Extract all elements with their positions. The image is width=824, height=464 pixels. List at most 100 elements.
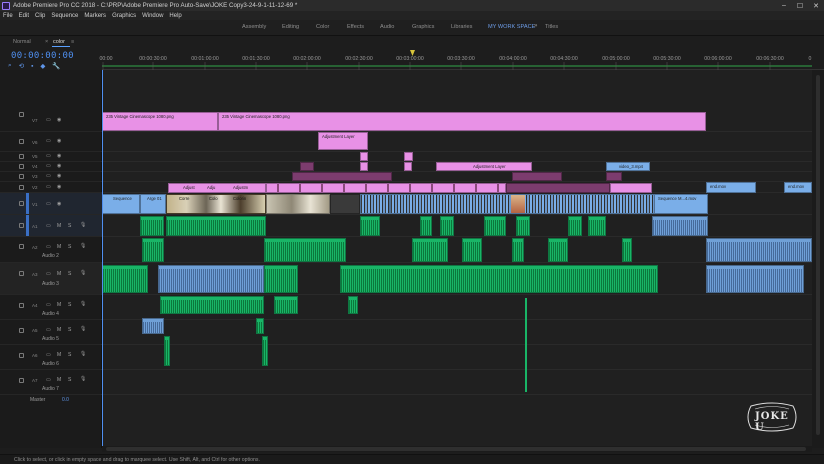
workspace-libraries[interactable]: Libraries — [451, 24, 472, 30]
clip-v3-dark[interactable] — [606, 172, 622, 181]
microphone-icon[interactable]: 🎙 — [80, 270, 86, 276]
clip-v2-dark[interactable] — [506, 183, 610, 193]
menu-file[interactable]: File — [3, 13, 13, 19]
lock-icon[interactable] — [19, 174, 24, 179]
audio-clip-a2-blue[interactable] — [706, 238, 812, 262]
sync-lock-icon[interactable]: ▭ — [46, 302, 51, 308]
lock-icon[interactable] — [19, 139, 24, 144]
solo-button[interactable]: S — [68, 223, 71, 229]
clip-v7-cinemascope-1[interactable]: 235 Vintage Cinemascope 1080.png — [102, 112, 218, 131]
sync-lock-icon[interactable]: ▭ — [46, 201, 51, 207]
tab-normal[interactable]: Normal — [13, 39, 31, 45]
close-window-button[interactable]: ✕ — [808, 0, 824, 11]
master-volume[interactable]: 0.0 — [62, 397, 69, 403]
audio-clip-a1[interactable] — [166, 216, 266, 236]
audio-clip-a5-blue[interactable] — [142, 318, 164, 334]
workspace-graphics[interactable]: Graphics — [412, 24, 434, 30]
audio-clip-a2[interactable] — [462, 238, 482, 262]
audio-clip-a1[interactable] — [588, 216, 606, 236]
lane-v6[interactable] — [102, 132, 812, 152]
audio-clip-a3-blue[interactable] — [158, 265, 264, 293]
horizontal-scrollbar[interactable] — [102, 446, 812, 452]
audio-clip-a4[interactable] — [348, 296, 358, 314]
workspace-effects[interactable]: Effects — [347, 24, 364, 30]
track-header-a4[interactable]: A4 ▭ M S 🎙 Audio 4 — [0, 295, 102, 320]
clip-v5[interactable] — [360, 152, 368, 161]
workspace-my-work-space[interactable]: MY WORK SPACE — [488, 24, 535, 30]
audio-clip-a2[interactable] — [142, 238, 164, 262]
sync-lock-icon[interactable]: ▭ — [46, 173, 51, 179]
audio-clip-a1[interactable] — [360, 216, 380, 236]
clip-v3-video[interactable]: video_3.mp4 — [606, 162, 650, 171]
audio-clip-a6[interactable] — [164, 336, 170, 366]
clip-v4[interactable] — [360, 162, 368, 171]
audio-clip-a4[interactable] — [274, 296, 298, 314]
solo-button[interactable]: S — [68, 327, 71, 333]
lane-a5[interactable] — [102, 320, 812, 345]
lock-icon[interactable] — [19, 201, 24, 206]
microphone-icon[interactable]: 🎙 — [80, 243, 86, 249]
track-header-v1[interactable]: V1 ▭ ◉ — [0, 193, 102, 215]
microphone-icon[interactable]: 🎙 — [80, 222, 86, 228]
clip-v7-cinemascope-2[interactable]: 235 Vintage Cinemascope 1080.png — [218, 112, 706, 131]
clip-v1-image[interactable]: Arge 01 — [140, 194, 166, 214]
lock-icon[interactable] — [19, 112, 24, 117]
track-header-a2[interactable]: A2 ▭ M S 🎙 Audio 2 — [0, 237, 102, 263]
audio-clip-a3-long[interactable] — [340, 265, 658, 293]
audio-clip-a2[interactable] — [412, 238, 448, 262]
playhead-timecode[interactable]: 00:00:00:00 — [11, 51, 74, 61]
eye-icon[interactable]: ◉ — [57, 153, 61, 159]
workspace-overflow-icon[interactable]: » — [534, 23, 537, 29]
time-ruler[interactable]: 00:00 00:00:30:00 00:01:00:00 00:01:30:0… — [100, 52, 824, 70]
clip-v4[interactable] — [404, 162, 412, 171]
source-patch-v1[interactable] — [26, 193, 29, 214]
workspace-titles[interactable]: Titles — [545, 24, 558, 30]
linked-selection-icon[interactable]: ⟲ — [19, 62, 24, 70]
solo-button[interactable]: S — [68, 271, 71, 277]
mute-button[interactable]: M — [57, 377, 61, 383]
timeline-tracks[interactable]: 235 Vintage Cinemascope 1080.png 235 Vin… — [102, 70, 812, 448]
clip-v5[interactable] — [404, 152, 413, 161]
mute-button[interactable]: M — [57, 302, 61, 308]
clip-v1-corrections[interactable]: Corre Colo Colorin — [166, 194, 266, 214]
minimize-button[interactable]: – — [776, 0, 792, 11]
menu-graphics[interactable]: Graphics — [112, 13, 136, 19]
lock-icon[interactable] — [19, 378, 24, 383]
audio-clip-a5[interactable] — [256, 318, 264, 334]
lane-a6[interactable] — [102, 345, 812, 370]
solo-button[interactable]: S — [68, 302, 71, 308]
lock-icon[interactable] — [19, 271, 24, 276]
track-header-v6[interactable]: V6 ▭ ◉ — [0, 132, 102, 152]
vertical-scrollbar[interactable] — [812, 70, 824, 448]
timeline-settings-icon[interactable]: 🔧 — [52, 62, 60, 70]
lock-icon[interactable] — [19, 303, 24, 308]
menu-edit[interactable]: Edit — [19, 13, 29, 19]
lock-icon[interactable] — [19, 353, 24, 358]
sync-lock-icon[interactable]: ▭ — [46, 271, 51, 277]
solo-button[interactable]: S — [68, 244, 71, 250]
mute-button[interactable]: M — [57, 271, 61, 277]
lock-icon[interactable] — [19, 244, 24, 249]
sync-lock-icon[interactable]: ▭ — [46, 223, 51, 229]
sync-lock-icon[interactable]: ▭ — [46, 244, 51, 250]
menu-clip[interactable]: Clip — [35, 13, 45, 19]
track-header-a6[interactable]: A6 ▭ M S 🎙 Audio 6 — [0, 345, 102, 370]
clip-v1-footage[interactable] — [266, 194, 330, 214]
workspace-audio[interactable]: Audio — [380, 24, 394, 30]
clip-v2-adjustments[interactable] — [266, 183, 506, 193]
lock-icon[interactable] — [19, 223, 24, 228]
sync-lock-icon[interactable]: ▭ — [46, 352, 51, 358]
microphone-icon[interactable]: 🎙 — [80, 376, 86, 382]
panel-menu-icon[interactable]: ≡ — [71, 39, 74, 45]
source-patch-a1[interactable] — [26, 215, 29, 236]
menu-sequence[interactable]: Sequence — [51, 13, 78, 19]
marker-icon[interactable]: ◆ — [40, 62, 45, 70]
audio-clip-a4[interactable] — [160, 296, 264, 314]
track-header-a1[interactable]: A1 ▭ M S 🎙 — [0, 215, 102, 237]
clip-v4[interactable] — [300, 162, 314, 171]
sync-lock-icon[interactable]: ▭ — [46, 117, 51, 123]
clip-v1-end-2[interactable]: end.mov — [784, 182, 812, 193]
sync-lock-icon[interactable]: ▭ — [46, 153, 51, 159]
menu-help[interactable]: Help — [169, 13, 181, 19]
maximize-button[interactable]: ☐ — [792, 0, 808, 11]
